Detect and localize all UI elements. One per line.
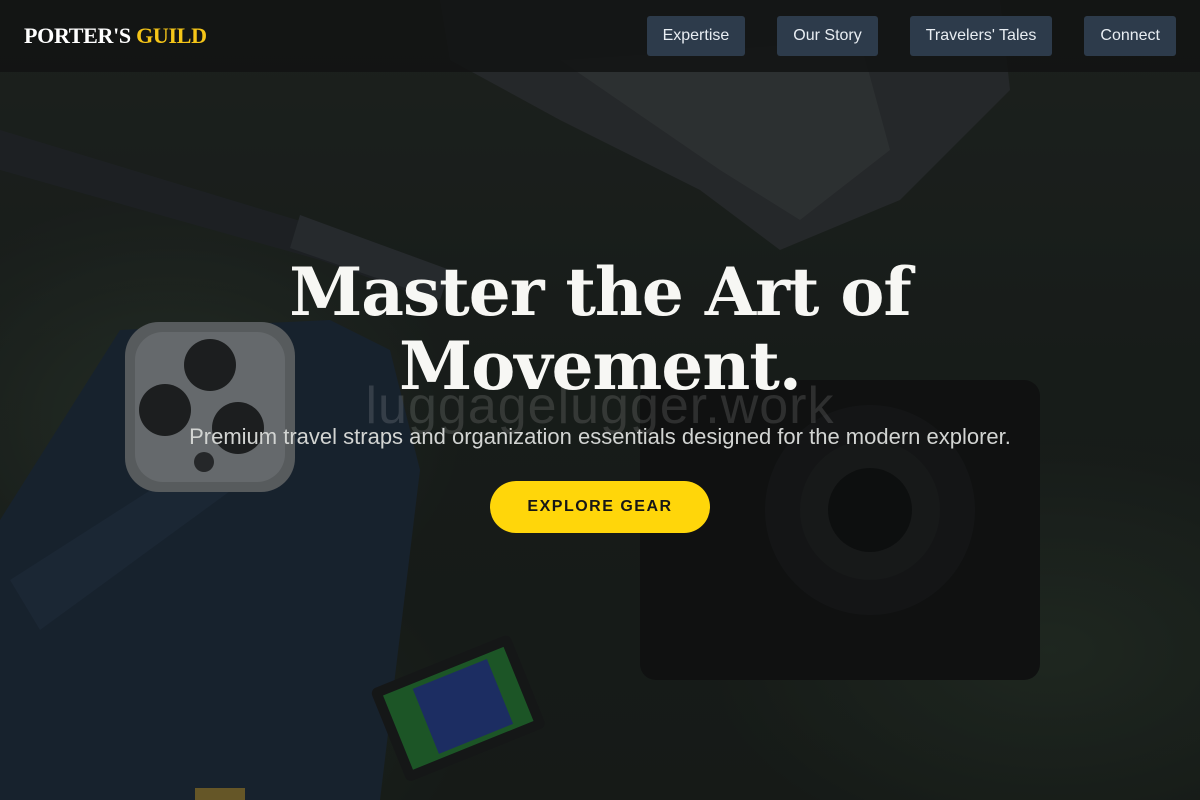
hero-title-line-1: Master the Art of (289, 253, 912, 331)
nav-connect-button[interactable]: Connect (1084, 16, 1176, 56)
hero-title-line-2: Movement. (399, 327, 802, 405)
main-nav: Expertise Our Story Travelers' Tales Con… (646, 16, 1176, 56)
logo-accent-text: GUILD (136, 23, 207, 48)
page: PORTER'S GUILD Expertise Our Story Trave… (0, 0, 1200, 800)
site-logo[interactable]: PORTER'S GUILD (24, 23, 207, 49)
nav-travelers-tales-button[interactable]: Travelers' Tales (909, 16, 1053, 56)
site-header: PORTER'S GUILD Expertise Our Story Trave… (0, 0, 1200, 72)
hero-subtitle: Premium travel straps and organization e… (189, 424, 1011, 449)
explore-gear-button[interactable]: EXPLORE GEAR (490, 481, 710, 533)
hero-title: Master the Art of Movement. (250, 255, 950, 403)
nav-expertise-button[interactable]: Expertise (646, 16, 746, 56)
logo-main-text: PORTER'S (24, 23, 131, 48)
nav-our-story-button[interactable]: Our Story (777, 16, 878, 56)
hero-section: Master the Art of Movement. Premium trav… (0, 255, 1200, 533)
